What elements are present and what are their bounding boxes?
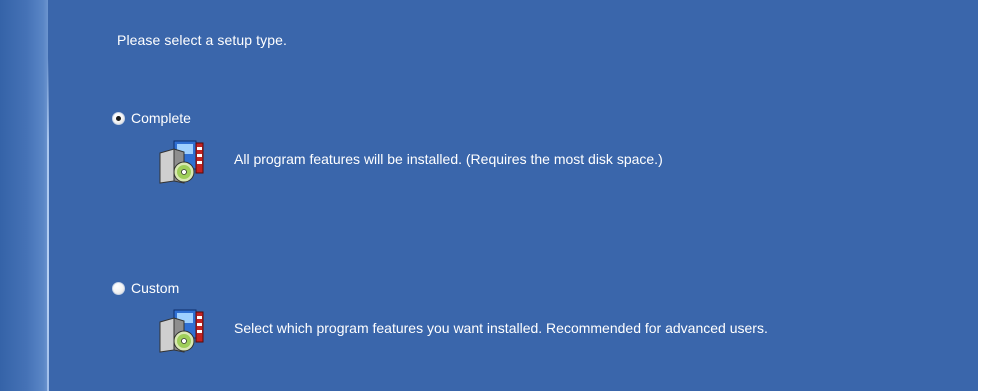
complete-option-description: All program features will be installed. … <box>234 151 663 167</box>
sidebar-gradient <box>0 0 48 391</box>
radio-selected-dot <box>116 115 121 121</box>
custom-radio-button[interactable] <box>112 281 125 295</box>
complete-radio-button[interactable] <box>112 111 125 125</box>
custom-option-description: Select which program features you want i… <box>234 320 768 336</box>
install-package-icon <box>159 309 204 353</box>
custom-option-label[interactable]: Custom <box>131 280 179 296</box>
window-edge <box>978 0 982 391</box>
sidebar-divider <box>47 58 49 391</box>
complete-option[interactable]: Complete <box>112 110 191 126</box>
install-package-icon <box>159 140 204 184</box>
custom-option[interactable]: Custom <box>112 280 179 296</box>
complete-option-label[interactable]: Complete <box>131 110 191 126</box>
setup-type-prompt: Please select a setup type. <box>117 32 288 48</box>
setup-type-panel: Please select a setup type. Complete All… <box>0 0 978 391</box>
